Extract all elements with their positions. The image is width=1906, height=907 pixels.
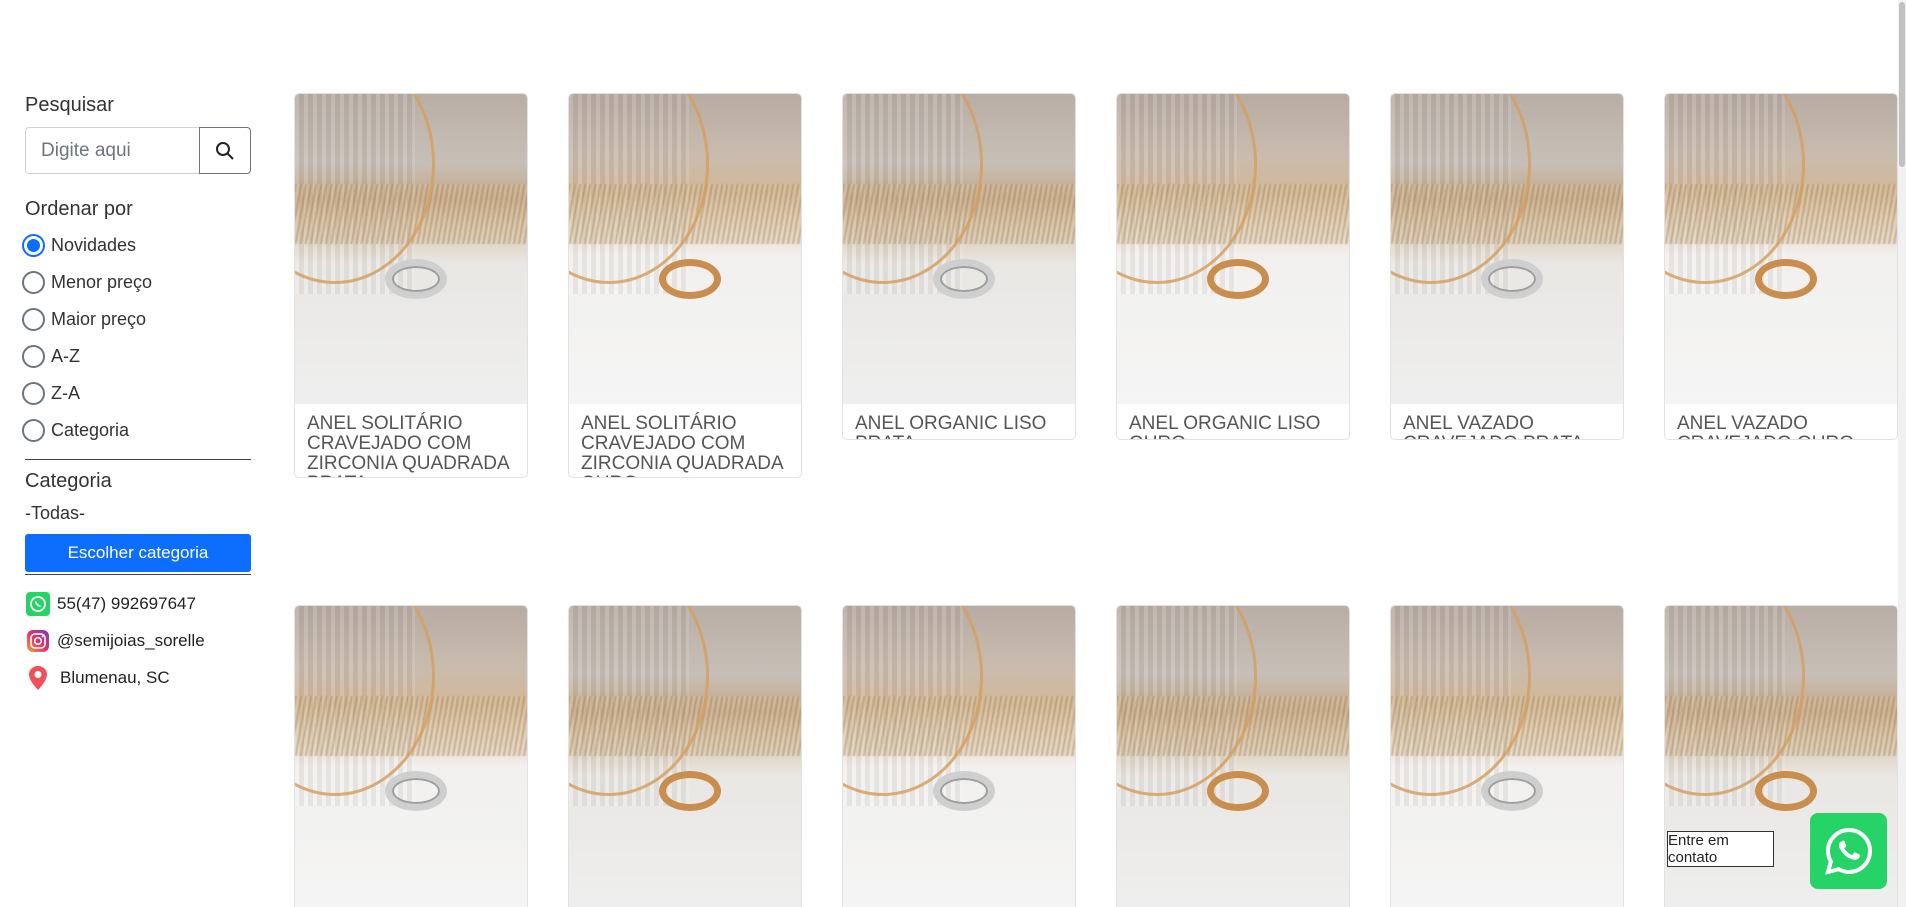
divider [25,459,251,460]
whatsapp-icon [25,591,51,617]
product-card[interactable] [1390,605,1624,907]
radio-button[interactable] [22,419,45,442]
sort-option-label: Categoria [51,420,130,440]
ring-jewel [1207,259,1269,299]
product-info: ANEL ORGANIC LISO PRATAR$ 103,5021234211… [843,404,1075,440]
product-image[interactable] [1117,606,1349,907]
product-card[interactable]: ANEL ORGANIC LISO PRATAR$ 103,5021234211… [842,93,1076,440]
search-row [25,127,251,174]
whatsapp-button[interactable] [1810,813,1887,889]
search-title: Pesquisar [25,94,114,116]
choose-category-button[interactable]: Escolher categoria [25,534,251,572]
product-card[interactable]: ANEL SOLITÁRIO CRAVEJADO COM ZIRCONIA QU… [294,93,528,478]
sort-option-label: A-Z [51,346,80,366]
radio-button[interactable] [22,382,45,405]
product-image[interactable] [295,94,527,404]
location-text: Blumenau, SC [60,667,170,687]
sort-option[interactable]: Maior preço [22,301,251,338]
radio-button[interactable] [22,345,45,368]
ring-jewel [1207,771,1269,811]
search-button[interactable] [199,127,251,174]
product-info: ANEL SOLITÁRIO CRAVEJADO COM ZIRCONIA QU… [295,404,527,478]
product-image[interactable] [843,606,1075,907]
ring-jewel [659,259,721,299]
ring-jewel [659,771,721,811]
product-info: ANEL VAZADO CRAVEJADO PRATAR$ 123,502122… [1391,404,1623,440]
product-card[interactable] [568,605,802,907]
instagram-text: @semijoias_sorelle [57,630,205,650]
product-info: ANEL ORGANIC LISO OUROR$ 103,5021228110 … [1117,404,1349,440]
sidebar: Pesquisar Ordenar por Novidades Menor pre… [22,94,251,696]
search-input[interactable] [25,127,199,174]
phone-text: 55(47) 992697647 [57,593,196,613]
product-image[interactable] [843,94,1075,404]
product-image[interactable] [1391,606,1623,907]
category-value: -Todas- [25,503,86,523]
product-card[interactable] [294,605,528,907]
product-name: ANEL SOLITÁRIO CRAVEJADO COM ZIRCONIA QU… [307,413,509,478]
instagram-icon [25,628,51,654]
ring-jewel [1755,259,1817,299]
radio-button[interactable] [22,234,45,257]
product-name: ANEL VAZADO CRAVEJADO OURO [1677,413,1854,440]
ring-jewel [933,259,995,299]
ring-jewel [1481,259,1543,299]
product-name: ANEL VAZADO CRAVEJADO PRATA [1403,413,1584,440]
product-card[interactable]: ANEL VAZADO CRAVEJADO OUROR$ 123,5021216… [1664,93,1898,440]
product-card[interactable]: ANEL ORGANIC LISO OUROR$ 103,5021228110 … [1116,93,1350,440]
product-name: ANEL SOLITÁRIO CRAVEJADO COM ZIRCONIA QU… [581,413,783,478]
product-image[interactable] [295,606,527,907]
contact-instagram[interactable]: @semijoias_sorelle [25,622,251,659]
page-scrollbar[interactable] [1898,0,1906,907]
product-name: ANEL ORGANIC LISO PRATA [855,413,1047,440]
product-image[interactable] [1665,94,1897,404]
sort-option-label: Z-A [51,383,80,403]
product-image[interactable] [569,94,801,404]
product-info: ANEL VAZADO CRAVEJADO OUROR$ 123,5021216… [1665,404,1897,440]
divider [25,574,251,575]
contact-bubble[interactable]: Entre em contato [1667,831,1774,867]
ring-jewel [1481,771,1543,811]
product-card[interactable] [1116,605,1350,907]
ring-jewel [385,259,447,299]
sort-option-label: Maior preço [51,309,147,329]
whatsapp-icon [1824,827,1872,875]
ring-jewel [1755,771,1817,811]
product-info: ANEL SOLITÁRIO CRAVEJADO COM ZIRCONIA QU… [569,404,801,478]
sort-option[interactable]: Novidades [22,227,251,264]
product-image[interactable] [1117,94,1349,404]
contact-phone[interactable]: 55(47) 992697647 [25,585,251,622]
sort-option[interactable]: Z-A [22,375,251,412]
sort-title: Ordenar por [25,198,133,220]
radio-button[interactable] [22,271,45,294]
product-card[interactable]: ANEL VAZADO CRAVEJADO PRATAR$ 123,502122… [1390,93,1624,440]
sort-options: Novidades Menor preço Maior preço A-Z Z-A Cat… [22,227,251,449]
sort-option[interactable]: A-Z [22,338,251,375]
category-title: Categoria [25,470,112,492]
product-name: ANEL ORGANIC LISO OURO [1129,413,1321,440]
sort-option-label: Novidades [51,235,137,255]
search-icon [216,141,234,160]
product-image[interactable] [1391,94,1623,404]
sort-option[interactable]: Menor preço [22,264,251,301]
radio-button[interactable] [22,308,45,331]
location-pin-icon [25,665,51,691]
product-card[interactable]: ANEL SOLITÁRIO CRAVEJADO COM ZIRCONIA QU… [568,93,802,478]
sort-option[interactable]: Categoria [22,412,251,449]
sort-option-label: Menor preço [51,272,153,292]
product-image[interactable] [569,606,801,907]
contact-location: Blumenau, SC [25,659,251,696]
product-card[interactable] [842,605,1076,907]
scrollbar-thumb[interactable] [1899,2,1905,167]
ring-jewel [933,771,995,811]
ring-jewel [385,771,447,811]
